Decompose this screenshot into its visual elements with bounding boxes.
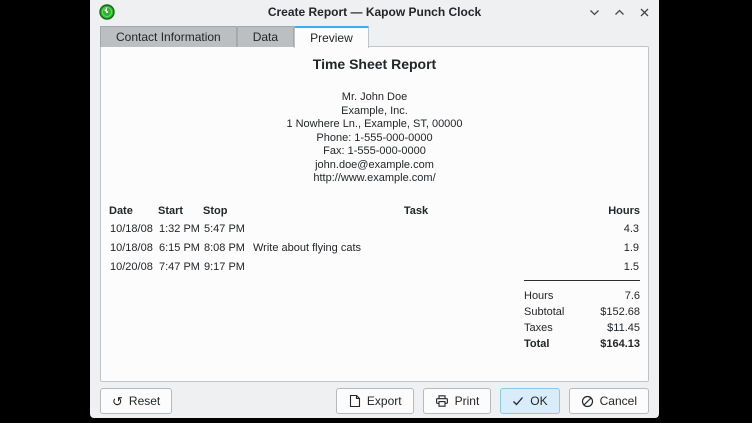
contact-block: Mr. John DoeExample, Inc.1 Nowhere Ln., … <box>109 91 640 186</box>
table-row: 10/20/087:47 PM9:17 PM 1.5 <box>109 258 640 277</box>
table-row: 10/18/086:15 PM8:08 PMWrite about flying… <box>109 239 640 258</box>
header-start: Start <box>158 203 203 220</box>
reset-button-label: Reset <box>129 394 160 408</box>
contact-line: john.doe@example.com <box>109 159 640 173</box>
tab-preview[interactable]: Preview <box>294 26 369 48</box>
cell-hours: 1.5 <box>580 258 640 277</box>
export-button[interactable]: Export <box>336 388 414 414</box>
cell-stop: 5:47 PM <box>203 220 252 239</box>
window-title: Create Report — Kapow Punch Clock <box>90 5 659 19</box>
timesheet-table-body: 10/18/081:32 PM5:47 PM4.310/18/086:15 PM… <box>109 220 640 277</box>
undo-arrow-icon: ↺ <box>112 395 123 408</box>
cell-date: 10/18/08 <box>109 239 158 258</box>
totals-value: $152.68 <box>600 304 640 320</box>
print-button[interactable]: Print <box>423 388 492 414</box>
export-button-label: Export <box>367 394 402 408</box>
tab-contact-information[interactable]: Contact Information <box>100 26 237 47</box>
printer-icon <box>435 394 449 408</box>
ok-button[interactable]: OK <box>500 388 559 414</box>
cancel-button[interactable]: Cancel <box>569 388 649 414</box>
slashed-circle-icon <box>581 395 594 408</box>
totals-row: Total $164.13 <box>524 336 640 352</box>
totals-row: Subtotal $152.68 <box>524 304 640 320</box>
header-stop: Stop <box>203 203 252 220</box>
totals-label: Hours <box>524 288 553 304</box>
kapow-clock-icon[interactable] <box>99 4 115 20</box>
contact-line: http://www.example.com/ <box>109 172 640 186</box>
cancel-button-label: Cancel <box>600 394 637 408</box>
report-preview-pane: Time Sheet Report Mr. John DoeExample, I… <box>100 46 649 382</box>
minimize-icon[interactable] <box>588 6 600 18</box>
totals-value: 7.6 <box>625 288 640 304</box>
contact-line: Mr. John Doe <box>109 91 640 105</box>
totals-label: Taxes <box>524 320 553 336</box>
contact-line: 1 Nowhere Ln., Example, ST, 00000 <box>109 118 640 132</box>
cell-task <box>252 220 580 239</box>
tab-bar: Contact Information Data Preview <box>100 25 369 47</box>
check-icon <box>512 395 524 407</box>
dialog-button-row: ↺ Reset Export Print <box>100 387 649 415</box>
reset-button[interactable]: ↺ Reset <box>100 388 172 414</box>
table-header-row: Date Start Stop Task Hours <box>109 203 640 220</box>
maximize-icon[interactable] <box>613 6 625 18</box>
cell-start: 7:47 PM <box>158 258 203 277</box>
totals-block: Hours 7.6 Subtotal $152.68 Taxes $11.45 Total $… <box>524 280 640 352</box>
totals-label: Total <box>524 336 549 352</box>
totals-value: $164.13 <box>600 336 640 352</box>
contact-line: Example, Inc. <box>109 105 640 119</box>
cell-date: 10/20/08 <box>109 258 158 277</box>
cell-stop: 8:08 PM <box>203 239 252 258</box>
window-controls <box>588 6 650 18</box>
print-button-label: Print <box>455 394 480 408</box>
cell-start: 6:15 PM <box>158 239 203 258</box>
header-date: Date <box>109 203 158 220</box>
totals-row: Taxes $11.45 <box>524 320 640 336</box>
cell-start: 1:32 PM <box>158 220 203 239</box>
report-title: Time Sheet Report <box>109 56 640 72</box>
totals-row: Hours 7.6 <box>524 288 640 304</box>
document-icon <box>348 394 361 408</box>
contact-line: Fax: 1-555-000-0000 <box>109 145 640 159</box>
time-sheet-report: Time Sheet Report Mr. John DoeExample, I… <box>101 56 648 352</box>
cell-task <box>252 258 580 277</box>
cell-hours: 1.9 <box>580 239 640 258</box>
cell-task: Write about flying cats <box>252 239 580 258</box>
contact-line: Phone: 1-555-000-0000 <box>109 132 640 146</box>
ok-button-label: OK <box>530 394 547 408</box>
cell-hours: 4.3 <box>580 220 640 239</box>
cell-date: 10/18/08 <box>109 220 158 239</box>
cell-stop: 9:17 PM <box>203 258 252 277</box>
tab-data[interactable]: Data <box>237 26 294 47</box>
header-hours: Hours <box>580 203 640 220</box>
close-icon[interactable] <box>638 6 650 18</box>
create-report-dialog: Create Report — Kapow Punch Clock Contac… <box>90 0 659 418</box>
totals-label: Subtotal <box>524 304 564 320</box>
header-task: Task <box>252 203 580 220</box>
timesheet-table: Date Start Stop Task Hours 10/18/081:32 … <box>109 203 640 277</box>
titlebar: Create Report — Kapow Punch Clock <box>90 0 659 24</box>
table-row: 10/18/081:32 PM5:47 PM 4.3 <box>109 220 640 239</box>
totals-value: $11.45 <box>607 320 640 336</box>
